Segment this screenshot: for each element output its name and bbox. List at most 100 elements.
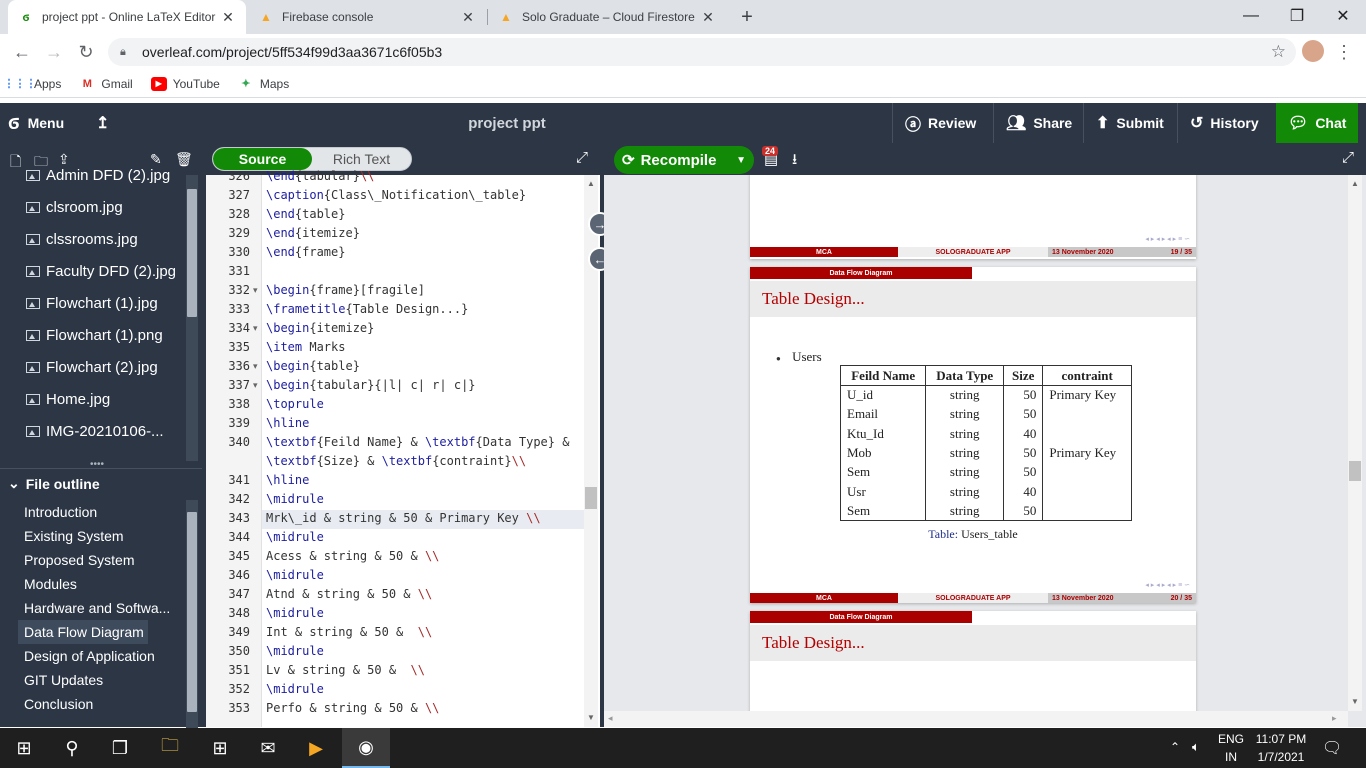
- fold-arrow-icon[interactable]: ▾: [253, 285, 258, 296]
- outline-item[interactable]: Design of Application: [24, 644, 174, 668]
- close-icon[interactable]: ✕: [700, 9, 716, 26]
- rich-text-mode-button[interactable]: Rich Text: [312, 148, 411, 170]
- store-icon[interactable]: ⊞: [196, 728, 244, 768]
- tab-firebase[interactable]: ▲ Firebase console ✕: [248, 0, 486, 34]
- code-line[interactable]: \end{tabular}\\: [266, 169, 374, 183]
- code-line[interactable]: Atnd & string & 50 & \\: [266, 587, 432, 601]
- expand-icon[interactable]: ⤢: [576, 149, 588, 166]
- scroll-down-icon[interactable]: ▼: [1351, 697, 1359, 706]
- pdf-viewer[interactable]: ◂ ▸ ◂ ▸ ◂ ▸ ≡ ∽ MCA SOLOGRADUATE APP 13 …: [604, 175, 1366, 727]
- code-line[interactable]: Mrk\_id & string & 50 & Primary Key \\: [266, 511, 541, 525]
- bookmark-youtube[interactable]: ▶ YouTube: [150, 76, 220, 91]
- scroll-thumb[interactable]: [187, 512, 197, 712]
- file-tree-item[interactable]: Home.jpg: [0, 383, 184, 415]
- scroll-right-icon[interactable]: ▸: [1332, 713, 1337, 724]
- avatar[interactable]: [1302, 40, 1324, 62]
- kebab-menu-icon[interactable]: ⋮: [1330, 38, 1358, 66]
- code-line[interactable]: \begin{table}: [266, 359, 360, 373]
- fold-arrow-icon[interactable]: ▾: [253, 361, 258, 372]
- media-player-icon[interactable]: ▶: [292, 728, 340, 768]
- scroll-up-icon[interactable]: ▲: [1351, 179, 1359, 188]
- outline-item[interactable]: Conclusion: [24, 692, 174, 716]
- code-line[interactable]: \textbf{Feild Name} & \textbf{Data Type}…: [266, 435, 569, 449]
- scroll-up-icon[interactable]: ▲: [587, 179, 595, 188]
- outline-item[interactable]: GIT Updates: [24, 668, 174, 692]
- code-line[interactable]: \hline: [266, 416, 309, 430]
- project-title[interactable]: project ppt: [440, 103, 574, 143]
- reload-icon[interactable]: ↻: [72, 38, 100, 66]
- star-icon[interactable]: ☆: [1271, 42, 1286, 62]
- file-tree-item[interactable]: clsroom.jpg: [0, 191, 184, 223]
- close-icon[interactable]: ✕: [460, 9, 476, 26]
- code-line[interactable]: \end{itemize}: [266, 226, 360, 240]
- code-line[interactable]: \begin{tabular}{|l| c| r| c|}: [266, 378, 476, 392]
- code-line[interactable]: \midrule: [266, 530, 324, 544]
- file-tree-scrollbar[interactable]: [186, 175, 198, 461]
- new-tab-button[interactable]: +: [730, 0, 764, 34]
- outline-item[interactable]: Hardware and Softwa...: [24, 596, 174, 620]
- outline-item[interactable]: Proposed System: [24, 548, 174, 572]
- code-line[interactable]: \textbf{Size} & \textbf{contraint}\\: [266, 454, 526, 468]
- bookmark-maps[interactable]: ✦ Maps: [238, 77, 289, 91]
- code-line[interactable]: \frametitle{Table Design...}: [266, 302, 468, 316]
- language-indicator[interactable]: ENG IN: [1214, 730, 1248, 766]
- code-line[interactable]: Int & string & 50 & \\: [266, 625, 432, 639]
- close-window-icon[interactable]: ✕: [1320, 0, 1366, 32]
- mail-icon[interactable]: ✉: [244, 728, 292, 768]
- maximize-icon[interactable]: ❐: [1274, 0, 1320, 32]
- notification-icon[interactable]: 🗨︎: [1322, 738, 1342, 758]
- file-tree-item[interactable]: Flowchart (1).png: [0, 319, 184, 351]
- file-explorer-icon[interactable]: 🗀: [146, 728, 194, 768]
- code-line[interactable]: \midrule: [266, 682, 324, 696]
- bookmark-apps[interactable]: ⋮⋮⋮ Apps: [4, 77, 62, 91]
- chevron-up-icon[interactable]: ⌃: [1170, 740, 1180, 754]
- pdf-horizontal-scrollbar[interactable]: ◂ ▸: [604, 711, 1348, 727]
- chat-button[interactable]: 💬︎ Chat: [1276, 103, 1358, 143]
- pdf-vertical-scrollbar[interactable]: ▲ ▼: [1348, 175, 1362, 711]
- code-line[interactable]: \begin{frame}[fragile]: [266, 283, 425, 297]
- code-line[interactable]: \hline: [266, 473, 309, 487]
- code-line[interactable]: \end{table}: [266, 207, 345, 221]
- outline-item[interactable]: Data Flow Diagram: [18, 620, 148, 644]
- code-line[interactable]: \midrule: [266, 644, 324, 658]
- forward-arrow-icon[interactable]: →: [40, 38, 68, 66]
- taskbar-clock[interactable]: 11:07 PM 1/7/2021: [1250, 730, 1312, 766]
- outline-item[interactable]: Modules: [24, 572, 174, 596]
- task-view-icon[interactable]: ❐: [96, 728, 144, 768]
- download-icon[interactable]: ⭳: [792, 149, 797, 174]
- minimize-icon[interactable]: —: [1228, 0, 1274, 32]
- submit-button[interactable]: ⬆ Submit: [1083, 103, 1176, 143]
- source-mode-button[interactable]: Source: [213, 148, 312, 170]
- code-line[interactable]: \item Marks: [266, 340, 345, 354]
- scroll-thumb[interactable]: [1349, 461, 1361, 481]
- caret-down-icon[interactable]: ▼: [736, 155, 746, 166]
- file-tree-item[interactable]: Flowchart (2).jpg: [0, 351, 184, 383]
- file-tree-item[interactable]: Admin DFD (2).jpg: [0, 159, 184, 191]
- scroll-down-icon[interactable]: ▼: [587, 713, 595, 722]
- outline-scrollbar[interactable]: [186, 500, 198, 728]
- history-button[interactable]: ↺ History: [1177, 103, 1271, 143]
- code-line[interactable]: \midrule: [266, 492, 324, 506]
- expand-icon[interactable]: ⤢: [1342, 149, 1354, 166]
- fold-arrow-icon[interactable]: ▾: [253, 323, 258, 334]
- file-tree-item[interactable]: clssrooms.jpg: [0, 223, 184, 255]
- code-line[interactable]: Acess & string & 50 & \\: [266, 549, 439, 563]
- code-line[interactable]: \caption{Class\_Notification\_table}: [266, 188, 526, 202]
- scroll-thumb[interactable]: [187, 189, 197, 317]
- tab-firestore[interactable]: ▲ Solo Graduate – Cloud Firestore ✕: [488, 0, 726, 34]
- chrome-icon[interactable]: ◉: [342, 728, 390, 768]
- close-icon[interactable]: ✕: [220, 9, 236, 26]
- bookmark-gmail[interactable]: M Gmail: [79, 77, 133, 91]
- back-arrow-icon[interactable]: ←: [8, 38, 36, 66]
- address-bar[interactable]: 🔒︎ overleaf.com/project/5ff534f99d3aa367…: [108, 38, 1296, 66]
- code-line[interactable]: Perfo & string & 50 & \\: [266, 701, 439, 715]
- share-button[interactable]: 👥︎ Share: [993, 103, 1084, 143]
- code-line[interactable]: \midrule: [266, 606, 324, 620]
- outline-item[interactable]: Existing System: [24, 524, 174, 548]
- fold-arrow-icon[interactable]: ▾: [253, 380, 258, 391]
- outline-item[interactable]: Introduction: [24, 500, 174, 524]
- file-tree-item[interactable]: IMG-20210106-...: [0, 415, 184, 447]
- code-line[interactable]: \end{frame}: [266, 245, 345, 259]
- speaker-icon[interactable]: 🔈︎: [1192, 739, 1200, 755]
- tab-overleaf[interactable]: ϭ project ppt - Online LaTeX Editor ✕: [8, 0, 246, 34]
